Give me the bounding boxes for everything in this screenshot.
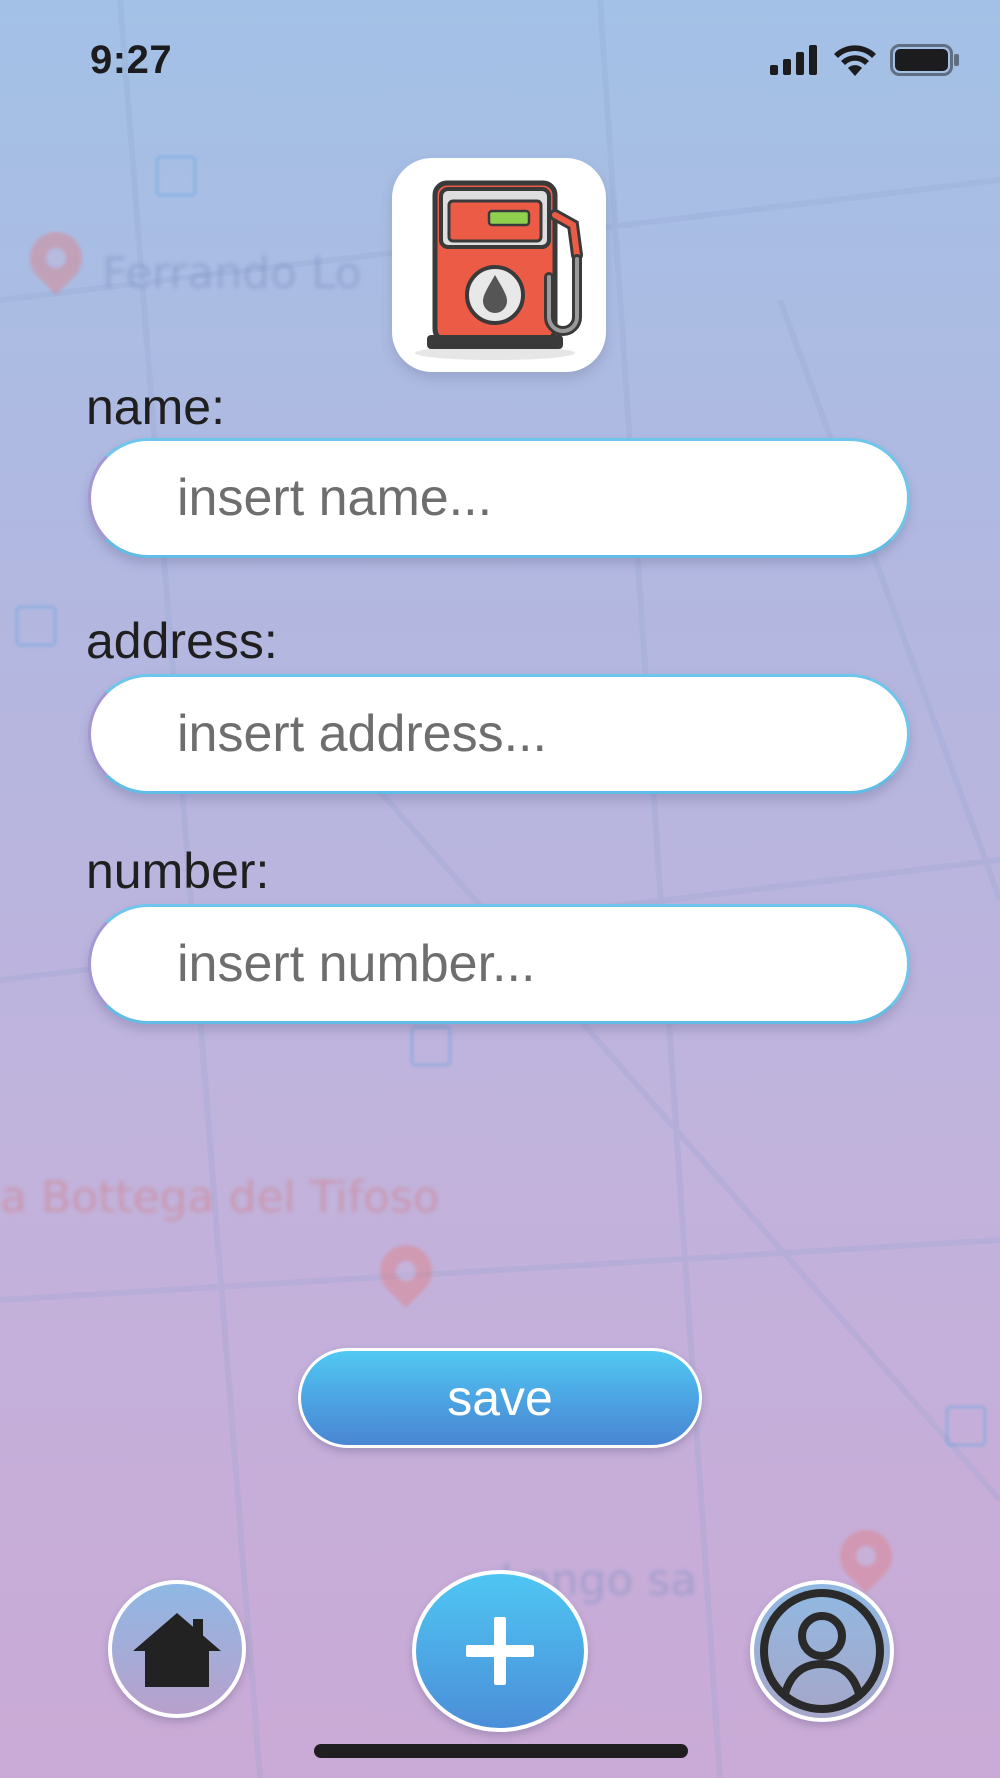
status-bar: 9:27 bbox=[0, 0, 1000, 120]
map-transit-marker bbox=[410, 1025, 452, 1067]
battery-icon bbox=[890, 44, 959, 76]
name-label: name: bbox=[86, 379, 225, 435]
map-transit-marker bbox=[155, 155, 197, 197]
number-label: number: bbox=[86, 843, 270, 899]
app-logo bbox=[392, 158, 606, 372]
address-label: address: bbox=[86, 613, 278, 669]
cellular-signal-icon bbox=[770, 45, 817, 75]
address-input[interactable] bbox=[88, 674, 910, 794]
home-icon bbox=[133, 1613, 221, 1687]
save-button[interactable]: save bbox=[298, 1348, 702, 1448]
profile-nav-button[interactable] bbox=[750, 1580, 894, 1722]
add-nav-button[interactable] bbox=[412, 1570, 588, 1732]
map-label: Ferrando Lo bbox=[102, 248, 362, 299]
user-profile-icon bbox=[760, 1589, 884, 1713]
status-icons bbox=[770, 44, 960, 76]
map-label: a Bottega del Tifoso bbox=[0, 1172, 440, 1223]
home-nav-button[interactable] bbox=[108, 1580, 246, 1718]
plus-icon bbox=[466, 1617, 534, 1685]
number-input[interactable] bbox=[88, 904, 910, 1024]
app-screen: Ferrando Lo a Bottega del Tifoso Longo s… bbox=[0, 0, 1000, 1778]
map-transit-marker bbox=[945, 1405, 987, 1447]
fuel-pump-icon bbox=[415, 180, 583, 360]
home-indicator bbox=[314, 1744, 688, 1758]
status-time: 9:27 bbox=[90, 38, 173, 82]
map-transit-marker bbox=[15, 605, 57, 647]
name-input[interactable] bbox=[88, 438, 910, 558]
wifi-icon bbox=[834, 45, 876, 76]
